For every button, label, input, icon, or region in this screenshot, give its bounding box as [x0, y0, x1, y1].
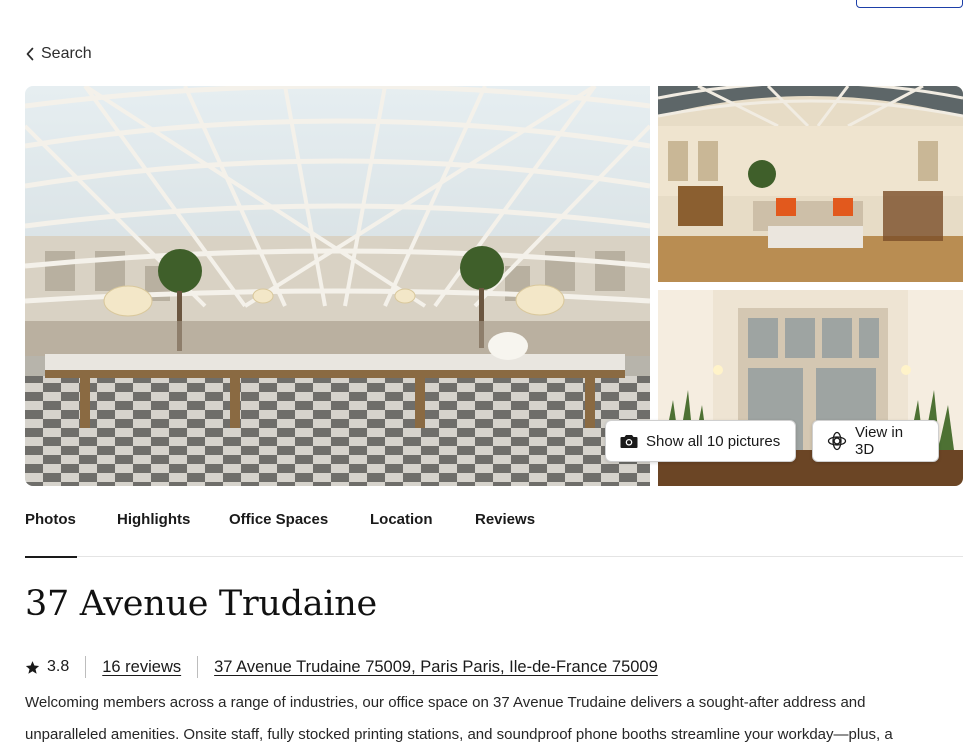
reviews-link[interactable]: 16 reviews	[102, 658, 181, 677]
gallery-lounge-photo[interactable]	[658, 86, 963, 282]
rating-value: 3.8	[47, 658, 70, 675]
photo-gallery: Show all 10 pictures View in 3D	[25, 86, 963, 486]
gallery-main-photo[interactable]	[25, 86, 650, 486]
chevron-left-icon	[26, 47, 34, 61]
camera-icon	[620, 434, 638, 448]
show-all-pictures-label: Show all 10 pictures	[646, 432, 781, 450]
tab-office-spaces[interactable]: Office Spaces	[229, 511, 328, 557]
tab-photos[interactable]: Photos	[25, 511, 77, 558]
listing-meta: 3.8 16 reviews 37 Avenue Trudaine 75009,…	[25, 656, 658, 678]
tab-highlights[interactable]: Highlights	[117, 511, 190, 557]
listing-description: Welcoming members across a range of indu…	[25, 694, 893, 743]
back-to-search-link[interactable]: Search	[25, 45, 92, 63]
meta-divider	[197, 656, 199, 678]
tab-location[interactable]: Location	[370, 511, 433, 557]
3d-view-icon	[827, 431, 847, 451]
address-link[interactable]: 37 Avenue Trudaine 75009, Paris Paris, I…	[214, 658, 658, 677]
tab-reviews[interactable]: Reviews	[475, 511, 535, 557]
view-in-3d-label: View in 3D	[855, 424, 904, 458]
star-icon	[25, 660, 40, 674]
show-all-pictures-button[interactable]: Show all 10 pictures	[605, 420, 796, 462]
section-tabs: Photos Highlights Office Spaces Location…	[25, 487, 963, 558]
back-link-label: Search	[41, 45, 92, 62]
view-in-3d-button[interactable]: View in 3D	[812, 420, 939, 462]
rating: 3.8	[25, 658, 69, 676]
meta-divider	[85, 656, 87, 678]
page-title: 37 Avenue Trudaine	[25, 584, 377, 624]
top-right-button[interactable]	[856, 0, 963, 8]
